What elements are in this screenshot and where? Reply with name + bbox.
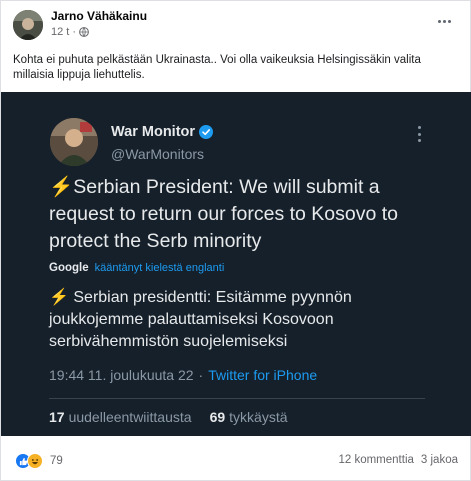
- tweet-avatar: [50, 118, 98, 166]
- tweet-main-text-content: Serbian President: We will submit a requ…: [49, 176, 399, 252]
- meta-separator: ·: [72, 26, 77, 38]
- author-name[interactable]: Jarno Vähäkainu: [51, 9, 147, 23]
- tweet-screenshot[interactable]: War Monitor @WarMonitors ⚡Serbian Presid…: [1, 92, 471, 436]
- tweet-dot: ·: [198, 367, 204, 383]
- tweet-display-name: War Monitor: [111, 124, 214, 140]
- post-text: Kohta ei puhuta pelkästään Ukrainasta.. …: [13, 54, 421, 81]
- post-header: Jarno Vähäkainu 12 t ·: [1, 1, 471, 45]
- lightning-icon: ⚡: [49, 176, 74, 198]
- verified-badge-icon: [199, 125, 214, 139]
- translation-attribution: Google kääntänyt kielestä englanti: [49, 262, 224, 274]
- reaction-count: 79: [50, 455, 63, 467]
- tweet-stats: 17 uudelleentwiittausta 69 tykkäystä: [49, 409, 288, 425]
- tweet-divider: [49, 398, 425, 399]
- tweet-handle: @WarMonitors: [111, 146, 205, 162]
- comments-count[interactable]: 12 kommenttia: [338, 454, 413, 466]
- translated-by-link: kääntänyt kielestä englanti: [94, 262, 225, 274]
- tweet-main-text: ⚡Serbian President: We will submit a req…: [49, 174, 449, 255]
- globe-icon: [79, 27, 89, 37]
- tweet-source: Twitter for iPhone: [208, 367, 318, 383]
- tweet-timestamp-row: 19:44 11. joulukuuta 22 · Twitter for iP…: [49, 367, 317, 383]
- google-logo: Google: [49, 262, 89, 274]
- post-options-icon[interactable]: [432, 11, 456, 31]
- tweet-more-icon: [413, 126, 425, 142]
- tweet-display-name-text: War Monitor: [111, 124, 196, 140]
- likes-label: tykkäystä: [229, 409, 288, 425]
- tweet-translated-text-content: Serbian presidentti: Esitämme pyynnön jo…: [49, 289, 352, 350]
- retweets-count: 17: [49, 409, 65, 425]
- engagement-counts: 12 kommenttia 3 jakoa: [338, 454, 458, 466]
- lightning-icon-translated: ⚡: [49, 289, 69, 306]
- tweet-translated-text: ⚡ Serbian presidentti: Esitämme pyynnön …: [49, 287, 449, 353]
- post-meta: 12 t ·: [51, 26, 89, 38]
- facebook-post: Jarno Vähäkainu 12 t · Kohta ei puhuta p…: [0, 0, 471, 481]
- shares-count[interactable]: 3 jakoa: [421, 454, 458, 466]
- post-time[interactable]: 12 t: [51, 26, 69, 38]
- haha-reaction-icon: [27, 453, 43, 469]
- tweet-timestamp: 19:44 11. joulukuuta 22: [49, 367, 194, 383]
- author-avatar[interactable]: [13, 10, 43, 40]
- retweets-label: uudelleentwiittausta: [68, 409, 192, 425]
- likes-count: 69: [209, 409, 226, 425]
- reactions-summary[interactable]: 79: [15, 453, 63, 469]
